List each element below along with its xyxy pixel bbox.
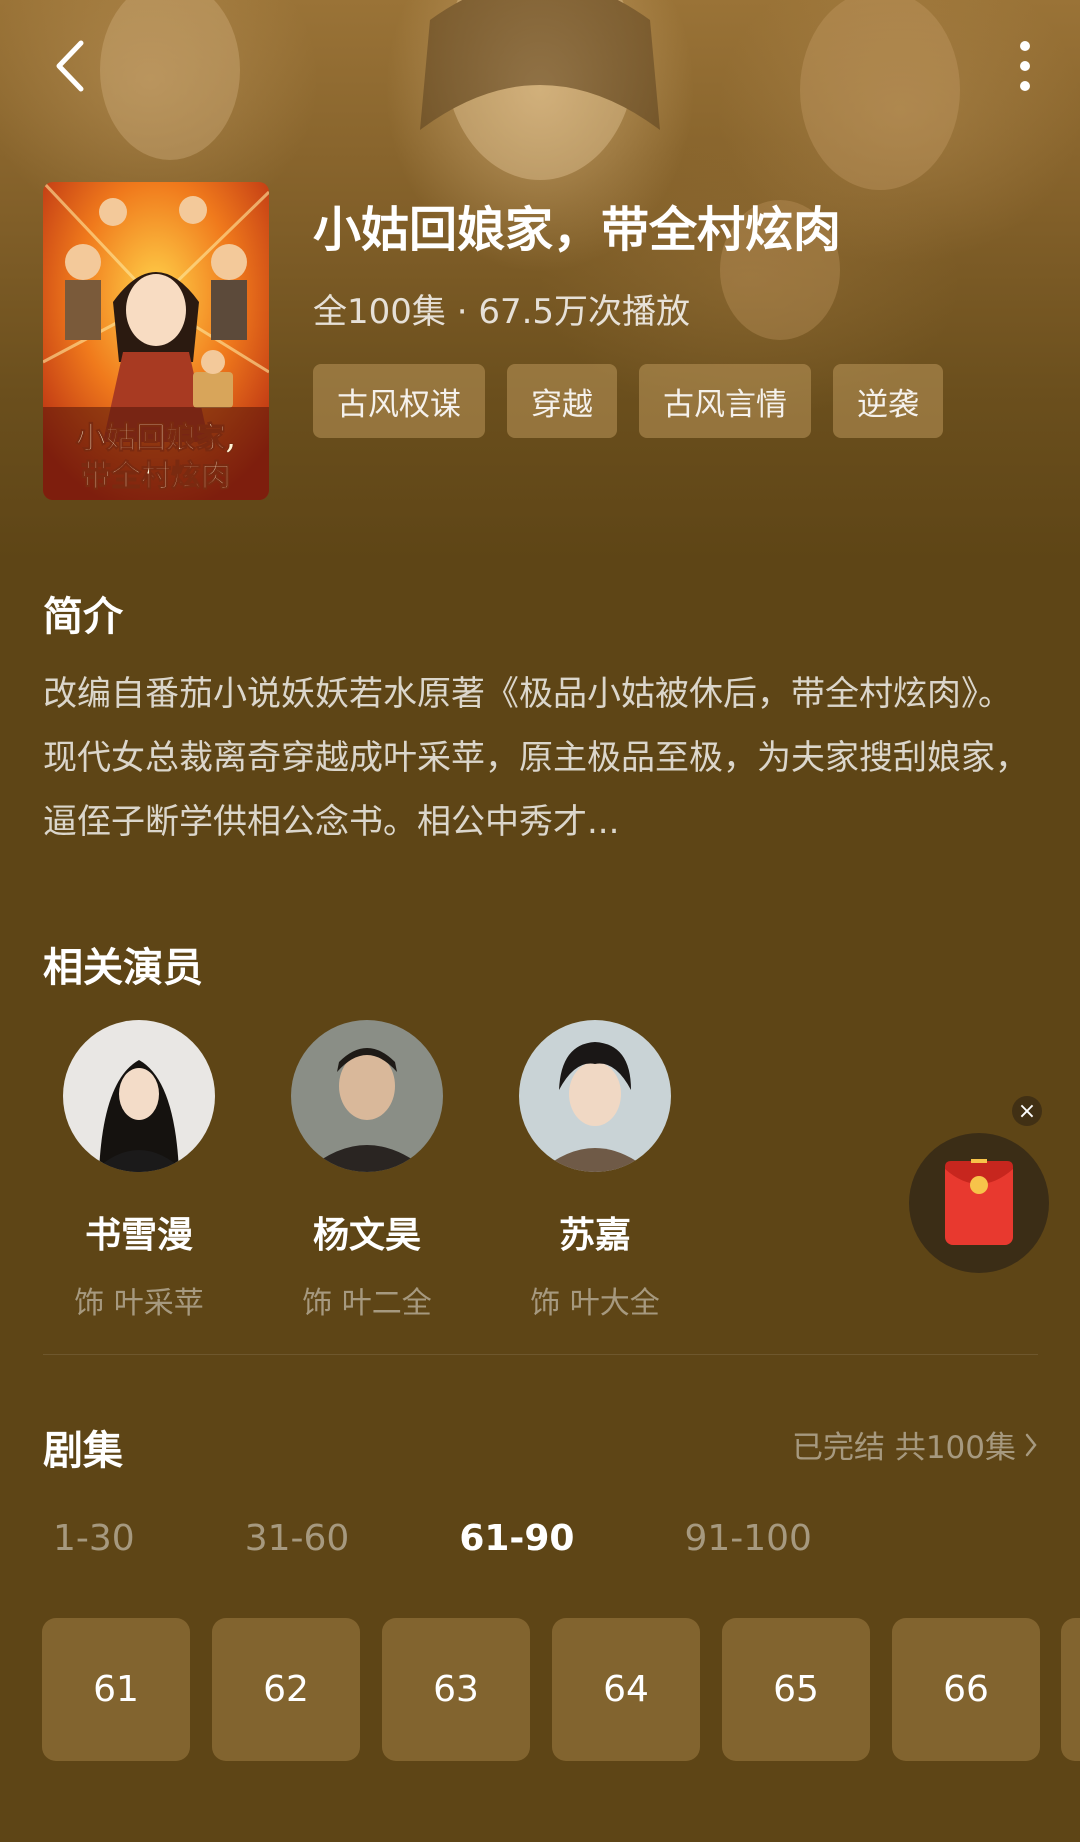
cast-role: 饰 叶采苹 — [74, 1286, 204, 1321]
drama-meta: 全100集 · 67.5万次播放 — [313, 292, 691, 332]
episode-range-tabs: 1-30 31-60 61-90 91-100 — [53, 1518, 812, 1559]
cast-member[interactable]: 苏嘉 饰 叶大全 — [519, 1020, 671, 1322]
episode-button[interactable]: 62 — [212, 1618, 360, 1761]
episodes-status-link[interactable]: 已完结 共100集 — [792, 1422, 1038, 1467]
episode-button[interactable]: 63 — [382, 1618, 530, 1761]
tab-range-61-90[interactable]: 61-90 — [459, 1518, 574, 1559]
cast-list: 书雪漫 饰 叶采苹 杨文昊 饰 叶二全 苏嘉 饰 叶大全 — [63, 1020, 671, 1322]
episodes-status-text: 已完结 共100集 — [791, 1430, 1016, 1466]
tab-range-91-100[interactable]: 91-100 — [684, 1518, 812, 1559]
tab-range-1-30[interactable]: 1-30 — [53, 1518, 135, 1559]
episode-button-partial[interactable] — [1061, 1618, 1080, 1761]
episodes-heading: 剧集 — [43, 1428, 123, 1474]
tag-chip[interactable]: 逆袭 — [833, 364, 943, 438]
poster-image: 小姑回娘家, 带全村炫肉 — [43, 182, 269, 500]
tag-list: 古风权谋 穿越 古风言情 逆袭 — [313, 364, 943, 438]
cast-role: 饰 叶大全 — [530, 1286, 660, 1321]
episode-button[interactable]: 66 — [892, 1618, 1040, 1761]
poster-title-line1: 小姑回娘家, — [76, 421, 236, 456]
cast-name: 杨文昊 — [312, 1215, 421, 1256]
drama-poster[interactable]: 小姑回娘家, 带全村炫肉 — [43, 182, 269, 500]
avatar — [63, 1020, 215, 1172]
tag-chip[interactable]: 古风权谋 — [313, 364, 485, 438]
drama-title: 小姑回娘家，带全村炫肉 — [313, 202, 842, 258]
cast-role: 饰 叶二全 — [302, 1286, 432, 1321]
more-vertical-icon — [1020, 41, 1030, 91]
cast-member[interactable]: 杨文昊 饰 叶二全 — [291, 1020, 443, 1322]
section-divider — [43, 1354, 1038, 1355]
chevron-left-icon — [56, 40, 84, 92]
back-button[interactable] — [40, 36, 100, 96]
close-icon[interactable]: × — [1012, 1096, 1042, 1126]
cast-heading: 相关演员 — [43, 945, 203, 991]
episode-grid: 61 62 63 64 65 66 — [42, 1618, 1040, 1761]
avatar — [291, 1020, 443, 1172]
chevron-right-icon — [1025, 1433, 1037, 1456]
cast-member[interactable]: 书雪漫 饰 叶采苹 — [63, 1020, 215, 1322]
red-packet-icon — [945, 1159, 1013, 1245]
avatar — [519, 1020, 671, 1172]
episode-button[interactable]: 61 — [42, 1618, 190, 1761]
red-packet-float-button[interactable] — [909, 1133, 1049, 1273]
tag-chip[interactable]: 穿越 — [507, 364, 617, 438]
synopsis-text[interactable]: 改编自番茄小说妖妖若水原著《极品小姑被休后，带全村炫肉》。现代女总裁离奇穿越成叶… — [43, 662, 1038, 854]
more-options-button[interactable] — [1000, 36, 1050, 96]
tag-chip[interactable]: 古风言情 — [639, 364, 811, 438]
cast-name: 苏嘉 — [558, 1215, 631, 1256]
cast-name: 书雪漫 — [84, 1215, 193, 1256]
tab-range-31-60[interactable]: 31-60 — [245, 1518, 350, 1559]
episode-button[interactable]: 64 — [552, 1618, 700, 1761]
episode-button[interactable]: 65 — [722, 1618, 870, 1761]
synopsis-heading: 简介 — [43, 594, 123, 640]
poster-title-line2: 带全村炫肉 — [81, 459, 231, 494]
